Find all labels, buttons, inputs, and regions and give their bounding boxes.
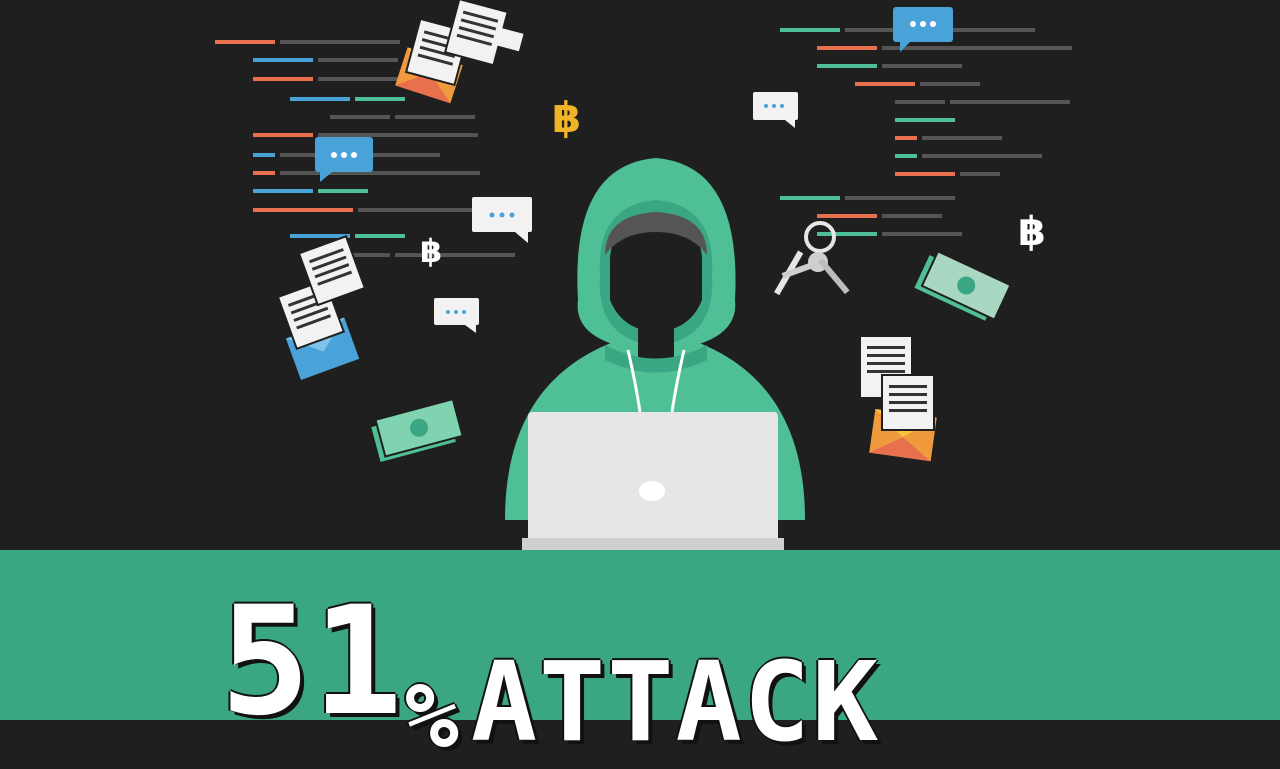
chat-bubble-icon — [315, 137, 373, 182]
code-lines-right — [780, 28, 1072, 236]
chat-bubble-icon — [434, 298, 479, 333]
bitcoin-icon: ฿ — [1018, 209, 1046, 255]
svg-text:฿: ฿ — [1018, 209, 1046, 255]
bitcoin-icon: ฿ — [552, 93, 581, 142]
headline-percent: % — [404, 664, 461, 769]
chat-bubble-icon — [893, 7, 953, 52]
cash-icon — [368, 397, 464, 465]
svg-text:฿: ฿ — [420, 232, 442, 270]
chat-bubble-icon — [472, 197, 532, 243]
bitcoin-icon: ฿ — [420, 232, 442, 270]
svg-text:฿: ฿ — [552, 93, 581, 142]
headline-number: 51 — [220, 575, 405, 749]
headline: 51%ATTACK — [220, 587, 880, 769]
cash-icon — [911, 250, 1012, 324]
laptop-icon — [522, 412, 784, 550]
chat-bubble-icon — [753, 92, 798, 128]
headline-word: ATTACK — [470, 638, 881, 766]
document-icon — [881, 374, 935, 431]
